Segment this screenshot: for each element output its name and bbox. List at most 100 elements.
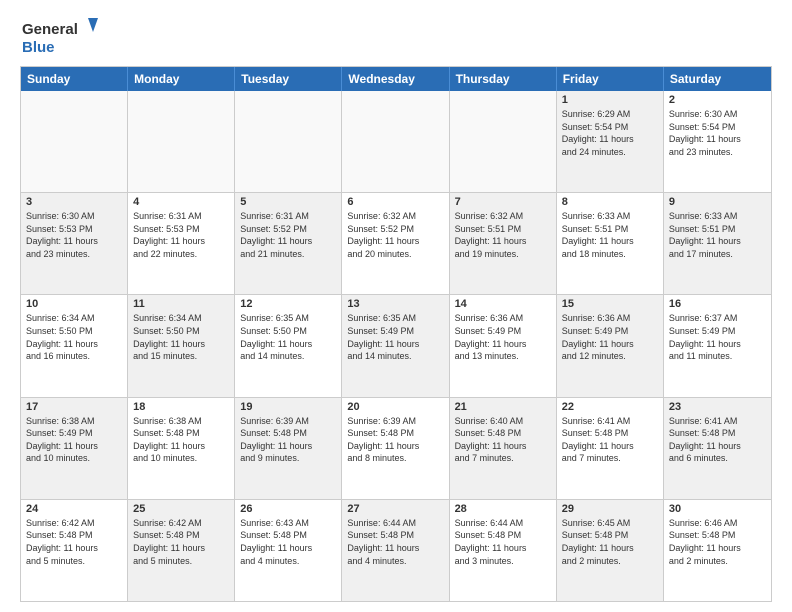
cell-info: Sunrise: 6:38 AM Sunset: 5:49 PM Dayligh…	[26, 415, 122, 465]
cal-cell	[128, 91, 235, 192]
cal-cell: 3 Sunrise: 6:30 AM Sunset: 5:53 PM Daylig…	[21, 193, 128, 294]
svg-text:General: General	[22, 21, 78, 38]
cell-info: Sunrise: 6:44 AM Sunset: 5:48 PM Dayligh…	[455, 517, 551, 567]
cal-cell	[450, 91, 557, 192]
cal-cell: 17Sunrise: 6:38 AM Sunset: 5:49 PM Dayli…	[21, 398, 128, 499]
cell-info: Sunrise: 6:31 AM Sunset: 5:52 PM Dayligh…	[240, 210, 336, 260]
calendar: SundayMondayTuesdayWednesdayThursdayFrid…	[20, 66, 772, 602]
day-number: 18	[133, 401, 229, 413]
logo-icon: GeneralBlue	[20, 16, 100, 56]
cell-info: Sunrise: 6:32 AM Sunset: 5:52 PM Dayligh…	[347, 210, 443, 260]
cell-info: Sunrise: 6:44 AM Sunset: 5:48 PM Dayligh…	[347, 517, 443, 567]
cell-info: Sunrise: 6:35 AM Sunset: 5:49 PM Dayligh…	[347, 312, 443, 362]
cal-cell: 11 Sunrise: 6:34 AM Sunset: 5:50 PM Dayli…	[128, 295, 235, 396]
day-number: 2	[669, 94, 766, 106]
cal-cell: 19 Sunrise: 6:39 AM Sunset: 5:48 PM Dayli…	[235, 398, 342, 499]
calendar-header-row: SundayMondayTuesdayWednesdayThursdayFrid…	[21, 67, 771, 91]
day-number: 30	[669, 503, 766, 515]
cal-cell: 16 Sunrise: 6:37 AM Sunset: 5:49 PM Dayli…	[664, 295, 771, 396]
day-number: 27	[347, 503, 443, 515]
calendar-body: 1Sunrise: 6:29 AM Sunset: 5:54 PM Daylig…	[21, 91, 771, 601]
cal-cell: 2 Sunrise: 6:30 AM Sunset: 5:54 PM Daylig…	[664, 91, 771, 192]
cal-cell	[342, 91, 449, 192]
cal-cell: 24Sunrise: 6:42 AM Sunset: 5:48 PM Dayli…	[21, 500, 128, 601]
cell-info: Sunrise: 6:36 AM Sunset: 5:49 PM Dayligh…	[562, 312, 658, 362]
cell-info: Sunrise: 6:40 AM Sunset: 5:48 PM Dayligh…	[455, 415, 551, 465]
day-number: 28	[455, 503, 551, 515]
cell-info: Sunrise: 6:33 AM Sunset: 5:51 PM Dayligh…	[562, 210, 658, 260]
day-number: 23	[669, 401, 766, 413]
cal-cell: 13Sunrise: 6:35 AM Sunset: 5:49 PM Dayli…	[342, 295, 449, 396]
day-number: 16	[669, 298, 766, 310]
day-number: 12	[240, 298, 336, 310]
cell-info: Sunrise: 6:42 AM Sunset: 5:48 PM Dayligh…	[26, 517, 122, 567]
cal-cell: 25 Sunrise: 6:42 AM Sunset: 5:48 PM Dayli…	[128, 500, 235, 601]
logo: GeneralBlue	[20, 16, 100, 56]
day-number: 19	[240, 401, 336, 413]
cal-row-2: 10 Sunrise: 6:34 AM Sunset: 5:50 PM Dayli…	[21, 294, 771, 396]
cell-info: Sunrise: 6:45 AM Sunset: 5:48 PM Dayligh…	[562, 517, 658, 567]
day-number: 25	[133, 503, 229, 515]
cell-info: Sunrise: 6:37 AM Sunset: 5:49 PM Dayligh…	[669, 312, 766, 362]
cell-info: Sunrise: 6:39 AM Sunset: 5:48 PM Dayligh…	[240, 415, 336, 465]
cal-cell: 9 Sunrise: 6:33 AM Sunset: 5:51 PM Daylig…	[664, 193, 771, 294]
cell-info: Sunrise: 6:33 AM Sunset: 5:51 PM Dayligh…	[669, 210, 766, 260]
day-number: 26	[240, 503, 336, 515]
cell-info: Sunrise: 6:31 AM Sunset: 5:53 PM Dayligh…	[133, 210, 229, 260]
cal-row-3: 17Sunrise: 6:38 AM Sunset: 5:49 PM Dayli…	[21, 397, 771, 499]
cell-info: Sunrise: 6:34 AM Sunset: 5:50 PM Dayligh…	[26, 312, 122, 362]
day-number: 21	[455, 401, 551, 413]
day-number: 14	[455, 298, 551, 310]
cal-cell: 8 Sunrise: 6:33 AM Sunset: 5:51 PM Daylig…	[557, 193, 664, 294]
day-number: 29	[562, 503, 658, 515]
cal-cell: 22 Sunrise: 6:41 AM Sunset: 5:48 PM Dayli…	[557, 398, 664, 499]
cal-cell	[235, 91, 342, 192]
day-number: 3	[26, 196, 122, 208]
day-number: 10	[26, 298, 122, 310]
cal-cell: 14 Sunrise: 6:36 AM Sunset: 5:49 PM Dayli…	[450, 295, 557, 396]
cal-header-thursday: Thursday	[450, 67, 557, 91]
cell-info: Sunrise: 6:42 AM Sunset: 5:48 PM Dayligh…	[133, 517, 229, 567]
cal-row-0: 1Sunrise: 6:29 AM Sunset: 5:54 PM Daylig…	[21, 91, 771, 192]
svg-text:Blue: Blue	[22, 39, 55, 56]
cell-info: Sunrise: 6:38 AM Sunset: 5:48 PM Dayligh…	[133, 415, 229, 465]
cell-info: Sunrise: 6:30 AM Sunset: 5:54 PM Dayligh…	[669, 108, 766, 158]
day-number: 15	[562, 298, 658, 310]
cal-cell: 30Sunrise: 6:46 AM Sunset: 5:48 PM Dayli…	[664, 500, 771, 601]
day-number: 7	[455, 196, 551, 208]
day-number: 8	[562, 196, 658, 208]
cal-header-wednesday: Wednesday	[342, 67, 449, 91]
cal-header-saturday: Saturday	[664, 67, 771, 91]
cal-header-tuesday: Tuesday	[235, 67, 342, 91]
cal-cell: 18 Sunrise: 6:38 AM Sunset: 5:48 PM Dayli…	[128, 398, 235, 499]
cal-cell: 10 Sunrise: 6:34 AM Sunset: 5:50 PM Dayli…	[21, 295, 128, 396]
cal-cell	[21, 91, 128, 192]
day-number: 4	[133, 196, 229, 208]
cal-cell: 6 Sunrise: 6:32 AM Sunset: 5:52 PM Daylig…	[342, 193, 449, 294]
cell-info: Sunrise: 6:35 AM Sunset: 5:50 PM Dayligh…	[240, 312, 336, 362]
cal-header-friday: Friday	[557, 67, 664, 91]
cell-info: Sunrise: 6:43 AM Sunset: 5:48 PM Dayligh…	[240, 517, 336, 567]
day-number: 20	[347, 401, 443, 413]
day-number: 11	[133, 298, 229, 310]
cell-info: Sunrise: 6:36 AM Sunset: 5:49 PM Dayligh…	[455, 312, 551, 362]
cell-info: Sunrise: 6:39 AM Sunset: 5:48 PM Dayligh…	[347, 415, 443, 465]
cell-info: Sunrise: 6:34 AM Sunset: 5:50 PM Dayligh…	[133, 312, 229, 362]
cal-cell: 23Sunrise: 6:41 AM Sunset: 5:48 PM Dayli…	[664, 398, 771, 499]
day-number: 5	[240, 196, 336, 208]
cal-cell: 15 Sunrise: 6:36 AM Sunset: 5:49 PM Dayli…	[557, 295, 664, 396]
cal-cell: 21 Sunrise: 6:40 AM Sunset: 5:48 PM Dayli…	[450, 398, 557, 499]
cal-cell: 7Sunrise: 6:32 AM Sunset: 5:51 PM Daylig…	[450, 193, 557, 294]
day-number: 9	[669, 196, 766, 208]
cal-row-1: 3 Sunrise: 6:30 AM Sunset: 5:53 PM Daylig…	[21, 192, 771, 294]
cal-cell: 29 Sunrise: 6:45 AM Sunset: 5:48 PM Dayli…	[557, 500, 664, 601]
cal-cell: 1Sunrise: 6:29 AM Sunset: 5:54 PM Daylig…	[557, 91, 664, 192]
cell-info: Sunrise: 6:30 AM Sunset: 5:53 PM Dayligh…	[26, 210, 122, 260]
day-number: 6	[347, 196, 443, 208]
cal-cell: 12 Sunrise: 6:35 AM Sunset: 5:50 PM Dayli…	[235, 295, 342, 396]
cell-info: Sunrise: 6:41 AM Sunset: 5:48 PM Dayligh…	[562, 415, 658, 465]
cal-cell: 4 Sunrise: 6:31 AM Sunset: 5:53 PM Daylig…	[128, 193, 235, 294]
day-number: 22	[562, 401, 658, 413]
header: GeneralBlue	[20, 16, 772, 56]
cal-row-4: 24Sunrise: 6:42 AM Sunset: 5:48 PM Dayli…	[21, 499, 771, 601]
